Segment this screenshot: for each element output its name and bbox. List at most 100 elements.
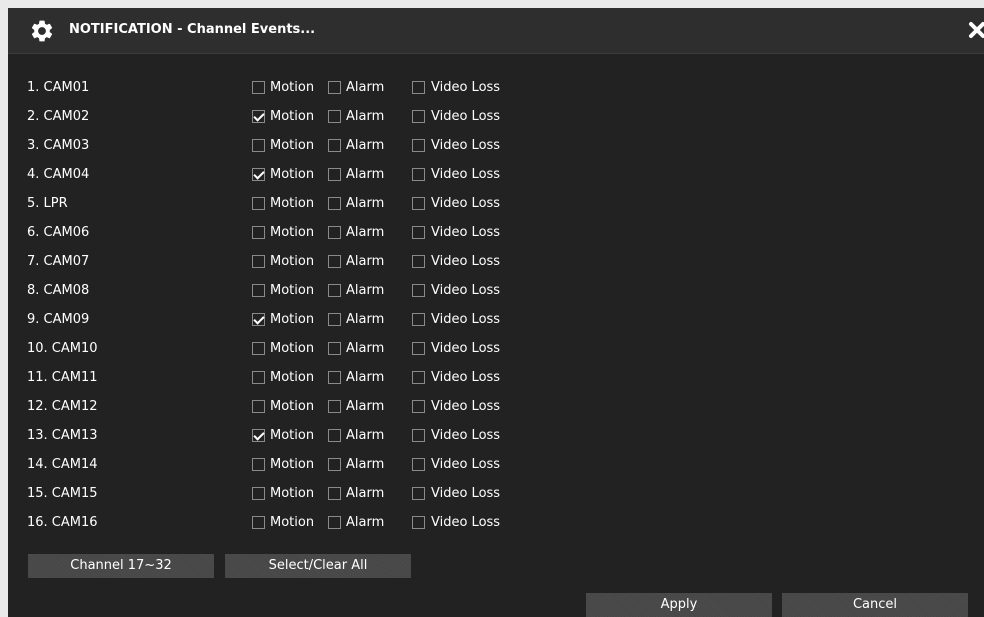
alarm-checkbox[interactable] [328,226,341,239]
motion-label[interactable]: Motion [270,138,314,153]
alarm-label[interactable]: Alarm [346,515,384,530]
motion-label[interactable]: Motion [270,225,314,240]
alarm-label[interactable]: Alarm [346,370,384,385]
video-loss-label[interactable]: Video Loss [431,283,500,298]
video-loss-label[interactable]: Video Loss [431,167,500,182]
video-loss-label[interactable]: Video Loss [431,312,500,327]
video-loss-label[interactable]: Video Loss [431,457,500,472]
video-loss-label[interactable]: Video Loss [431,254,500,269]
video-loss-checkbox[interactable] [412,81,425,94]
motion-checkbox[interactable] [252,284,265,297]
alarm-checkbox[interactable] [328,400,341,413]
video-loss-label[interactable]: Video Loss [431,515,500,530]
motion-label[interactable]: Motion [270,428,314,443]
motion-checkbox[interactable] [252,487,265,500]
alarm-checkbox[interactable] [328,255,341,268]
video-loss-checkbox[interactable] [412,342,425,355]
alarm-checkbox[interactable] [328,342,341,355]
video-loss-label[interactable]: Video Loss [431,80,500,95]
alarm-checkbox[interactable] [328,371,341,384]
motion-checkbox[interactable] [252,313,265,326]
motion-checkbox[interactable] [252,458,265,471]
video-loss-checkbox[interactable] [412,284,425,297]
motion-label[interactable]: Motion [270,515,314,530]
motion-checkbox[interactable] [252,342,265,355]
video-loss-checkbox[interactable] [412,110,425,123]
motion-label[interactable]: Motion [270,109,314,124]
select-clear-all-button[interactable]: Select/Clear All [225,554,411,578]
motion-label[interactable]: Motion [270,341,314,356]
alarm-label[interactable]: Alarm [346,80,384,95]
video-loss-checkbox[interactable] [412,255,425,268]
motion-checkbox[interactable] [252,81,265,94]
alarm-label[interactable]: Alarm [346,167,384,182]
video-loss-checkbox[interactable] [412,516,425,529]
video-loss-checkbox[interactable] [412,429,425,442]
alarm-label[interactable]: Alarm [346,225,384,240]
motion-label[interactable]: Motion [270,167,314,182]
video-loss-label[interactable]: Video Loss [431,225,500,240]
alarm-checkbox[interactable] [328,168,341,181]
alarm-checkbox[interactable] [328,139,341,152]
alarm-label[interactable]: Alarm [346,138,384,153]
alarm-label[interactable]: Alarm [346,457,384,472]
alarm-label[interactable]: Alarm [346,486,384,501]
motion-checkbox[interactable] [252,429,265,442]
motion-checkbox[interactable] [252,139,265,152]
motion-label[interactable]: Motion [270,196,314,211]
alarm-label[interactable]: Alarm [346,283,384,298]
alarm-checkbox[interactable] [328,81,341,94]
video-loss-checkbox[interactable] [412,371,425,384]
alarm-label[interactable]: Alarm [346,254,384,269]
motion-label[interactable]: Motion [270,254,314,269]
alarm-label[interactable]: Alarm [346,109,384,124]
motion-label[interactable]: Motion [270,399,314,414]
motion-label[interactable]: Motion [270,457,314,472]
motion-checkbox[interactable] [252,110,265,123]
alarm-checkbox[interactable] [328,487,341,500]
alarm-checkbox[interactable] [328,110,341,123]
video-loss-label[interactable]: Video Loss [431,109,500,124]
alarm-checkbox[interactable] [328,516,341,529]
video-loss-checkbox[interactable] [412,226,425,239]
alarm-label[interactable]: Alarm [346,428,384,443]
video-loss-checkbox[interactable] [412,197,425,210]
close-icon[interactable] [968,20,984,40]
channel-range-button[interactable]: Channel 17~32 [28,554,214,578]
motion-label[interactable]: Motion [270,283,314,298]
video-loss-checkbox[interactable] [412,458,425,471]
video-loss-checkbox[interactable] [412,313,425,326]
alarm-checkbox[interactable] [328,429,341,442]
video-loss-label[interactable]: Video Loss [431,196,500,211]
video-loss-label[interactable]: Video Loss [431,486,500,501]
alarm-label[interactable]: Alarm [346,312,384,327]
video-loss-label[interactable]: Video Loss [431,370,500,385]
motion-checkbox[interactable] [252,516,265,529]
motion-checkbox[interactable] [252,400,265,413]
motion-checkbox[interactable] [252,226,265,239]
alarm-checkbox[interactable] [328,313,341,326]
video-loss-label[interactable]: Video Loss [431,428,500,443]
alarm-checkbox[interactable] [328,197,341,210]
alarm-label[interactable]: Alarm [346,196,384,211]
motion-label[interactable]: Motion [270,370,314,385]
motion-checkbox[interactable] [252,168,265,181]
alarm-checkbox[interactable] [328,458,341,471]
motion-label[interactable]: Motion [270,486,314,501]
video-loss-checkbox[interactable] [412,487,425,500]
alarm-label[interactable]: Alarm [346,341,384,356]
motion-checkbox[interactable] [252,371,265,384]
alarm-label[interactable]: Alarm [346,399,384,414]
video-loss-checkbox[interactable] [412,139,425,152]
motion-checkbox[interactable] [252,255,265,268]
video-loss-label[interactable]: Video Loss [431,341,500,356]
apply-button[interactable]: Apply [586,593,772,617]
motion-label[interactable]: Motion [270,80,314,95]
video-loss-checkbox[interactable] [412,168,425,181]
video-loss-label[interactable]: Video Loss [431,138,500,153]
motion-checkbox[interactable] [252,197,265,210]
cancel-button[interactable]: Cancel [782,593,968,617]
video-loss-label[interactable]: Video Loss [431,399,500,414]
video-loss-checkbox[interactable] [412,400,425,413]
motion-label[interactable]: Motion [270,312,314,327]
